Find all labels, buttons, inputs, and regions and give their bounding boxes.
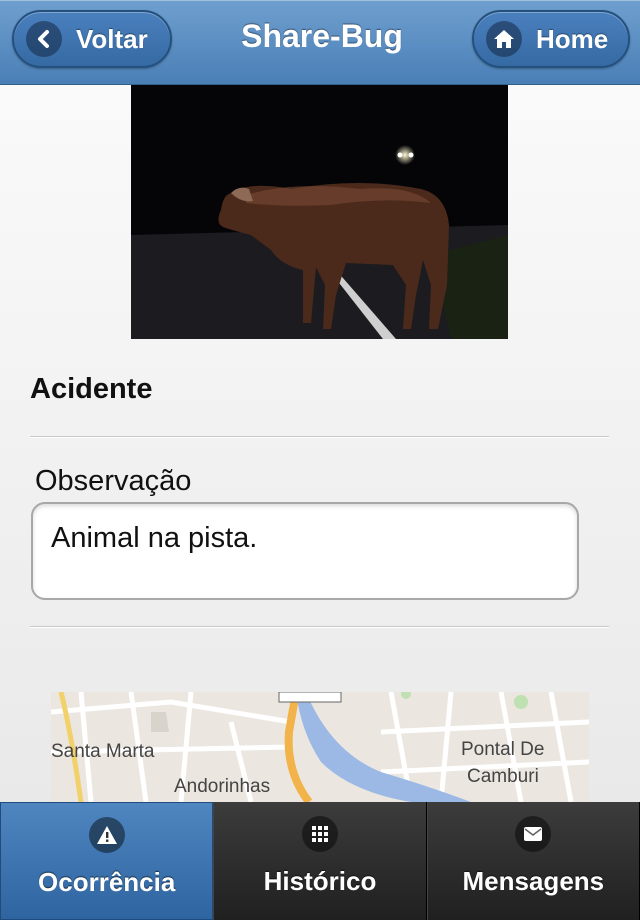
home-icon [486, 21, 522, 57]
back-button-label: Voltar [76, 23, 148, 54]
occurrence-content: Acidente Observação Animal na pista. San… [0, 85, 640, 802]
alert-icon [88, 817, 125, 853]
back-button[interactable]: Voltar [12, 10, 172, 68]
grid-icon [301, 816, 338, 852]
observation-label: Observação [35, 465, 192, 497]
header-bar: Voltar Share-Bug Home [0, 0, 640, 85]
tab-label: Ocorrência [38, 867, 176, 897]
tab-ocorrencia[interactable]: Ocorrência [0, 802, 214, 920]
observation-field[interactable]: Animal na pista. [31, 502, 579, 600]
home-button[interactable]: Home [472, 10, 630, 68]
home-button-label: Home [536, 23, 609, 54]
occurrence-type: Acidente [30, 373, 153, 405]
map-label-andorinhas: Andorinhas [174, 776, 270, 797]
divider [30, 626, 609, 628]
tab-label: Mensagens [462, 866, 605, 896]
tab-label: Histórico [263, 866, 377, 896]
tab-historico[interactable]: Histórico [213, 802, 427, 920]
tab-bar: Ocorrência Histórico Mensagens [0, 802, 640, 920]
tab-mensagens[interactable]: Mensagens [426, 802, 640, 920]
map-label-pontal: Pontal De [461, 739, 544, 760]
page-title: Share-Bug [241, 18, 403, 54]
occurrence-photo [131, 85, 508, 339]
map-label-santa-marta: Santa Marta [51, 741, 155, 762]
location-map[interactable]: Santa Marta Andorinhas Pontal De Camburi [51, 692, 589, 802]
divider [30, 436, 609, 438]
chevron-left-icon [26, 21, 62, 57]
map-label-camburi: Camburi [467, 766, 539, 787]
mail-icon [515, 816, 552, 852]
